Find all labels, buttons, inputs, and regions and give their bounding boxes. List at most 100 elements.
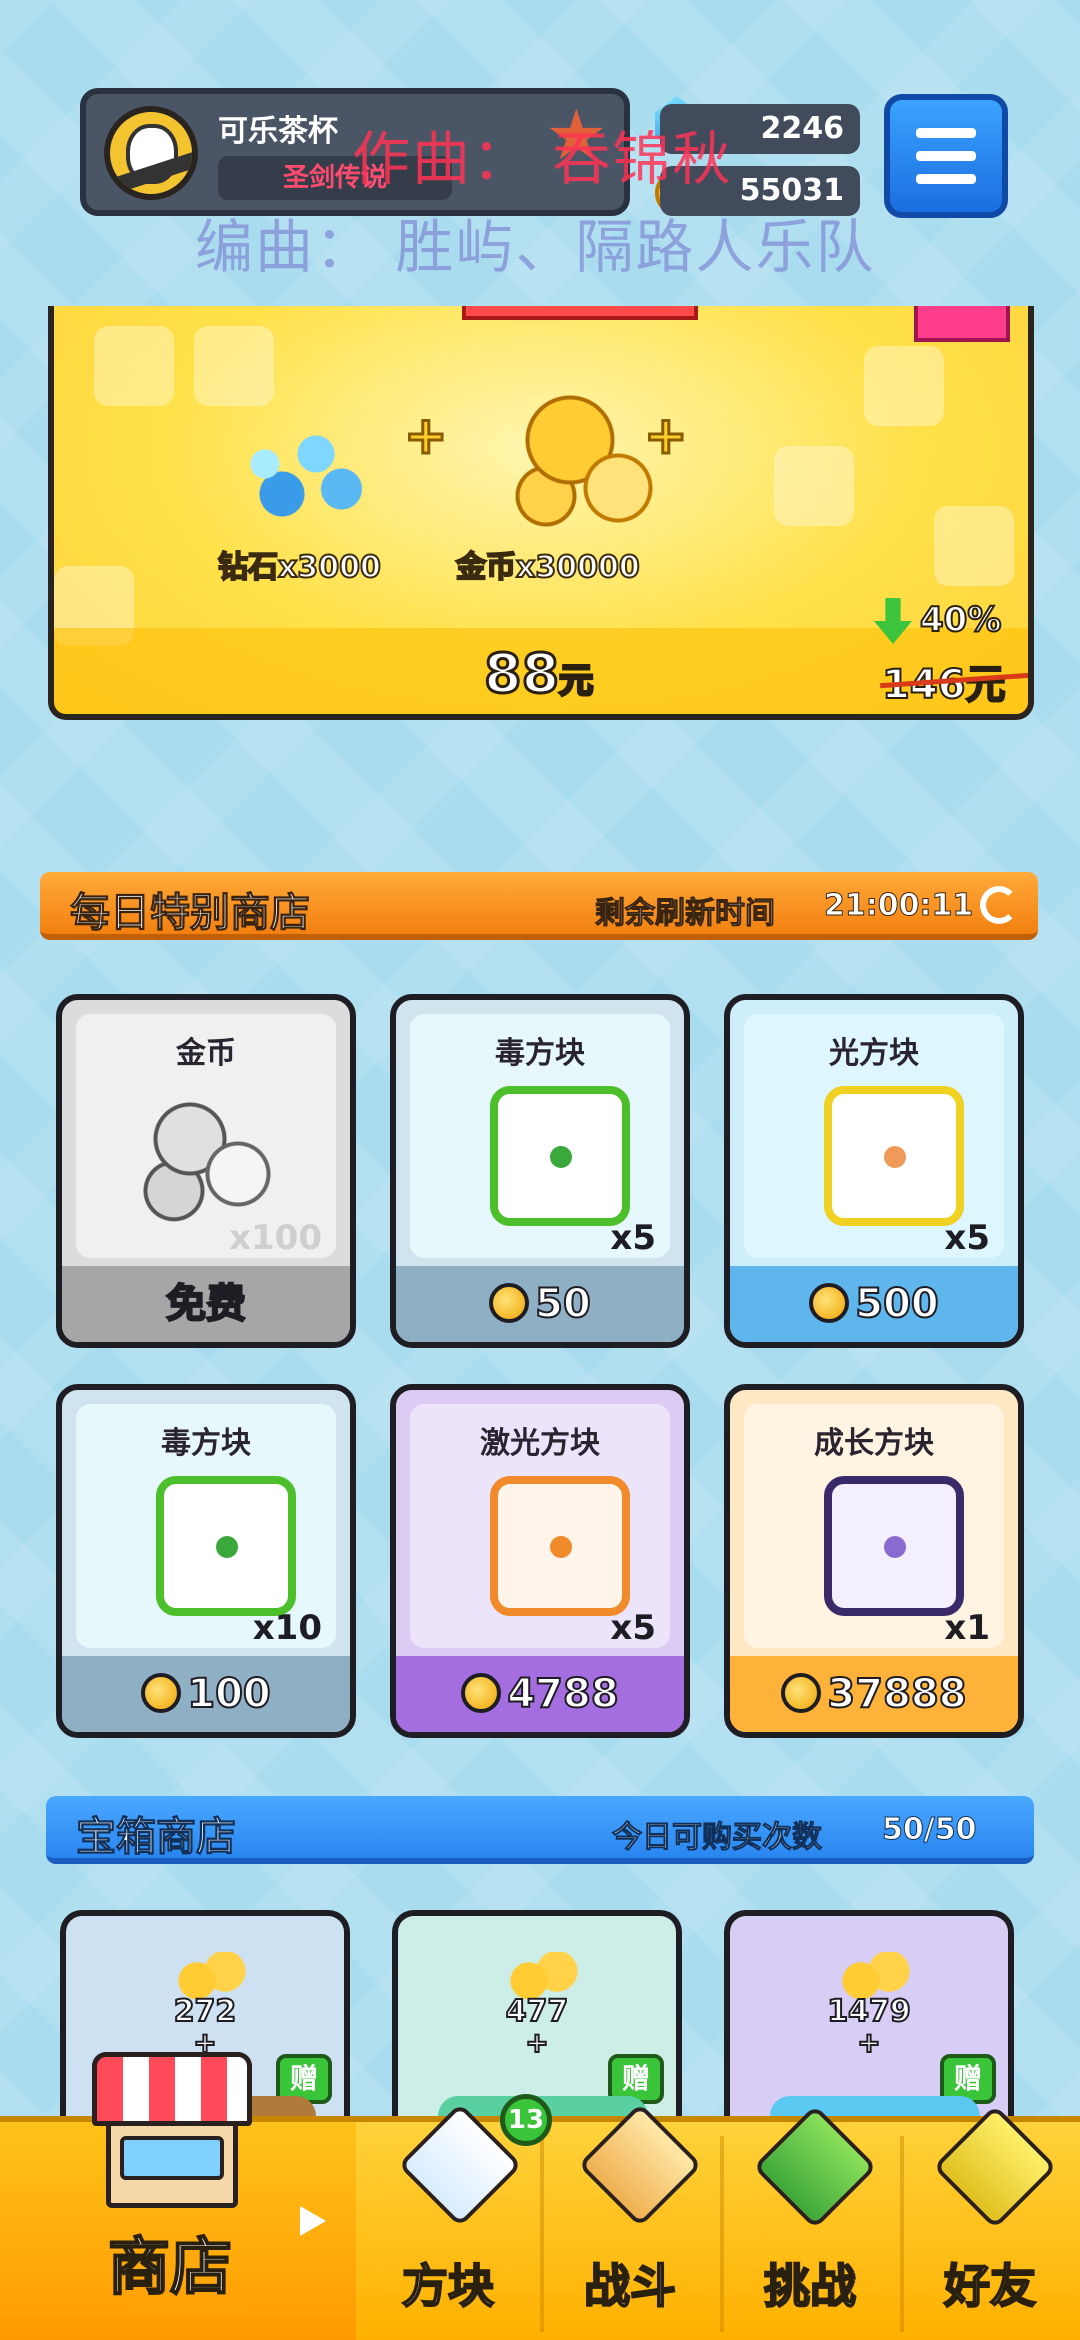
notification-badge: 13 [500,2094,552,2146]
card-display: 激光方块 x5 [410,1404,670,1648]
dice-decoration [934,506,1014,586]
card-price: 4788 [506,1670,619,1718]
offer-price[interactable]: 88元 [482,641,595,707]
coin-icon [489,1283,530,1323]
card-item-qty: x10 [252,1608,322,1648]
light-block-icon [824,1086,964,1226]
plus-sign: + [403,405,450,468]
card-item-qty: x5 [610,1218,656,1258]
arrow-right-icon [300,2206,326,2236]
daily-shop-header: 每日特别商店 剩余刷新时间 21:00:11 [40,872,1038,940]
card-price: 37888 [826,1670,967,1718]
nav-label-blocks: 方块 [401,2258,495,2314]
coin-icon [781,1673,822,1713]
card-item-name: 毒方块 [495,1036,585,1071]
shop-icon-awning [92,2052,252,2126]
purchase-count: 50/50 [881,1812,977,1848]
silver-coins-icon [126,1090,286,1230]
card-display: 金币 x100 [76,1014,336,1258]
dice-decoration [194,326,274,406]
chest-coin-amount: 477 [505,1993,570,2030]
shop-card-laser-block[interactable]: 激光方块 x5 4788 [390,1384,690,1738]
coin-stack-icon [508,1952,578,2000]
coin-stack-icon [840,1952,910,2000]
card-price: 50 [534,1280,592,1328]
nav-label-shop: 商店 [107,2229,233,2304]
purchase-label: 今日可购买次数 [612,1820,823,1856]
shop-card-poison-block[interactable]: 毒方块 x10 100 [56,1384,356,1738]
card-price-button[interactable]: 免费 [62,1266,350,1342]
coin-icon [141,1673,182,1713]
card-price-button[interactable]: 4788 [396,1656,684,1732]
coin-pile-icon [506,376,666,536]
diamond-pile-icon [214,424,384,524]
special-offer-banner[interactable]: + + 钻石x3000 金币x30000 88元 40% 146元 [48,306,1034,720]
chest-shop-title: 宝箱商店 [76,1814,237,1861]
lyric-overlay-composer: 作曲： 吞锦秋 [352,125,733,193]
menu-icon-line [916,174,976,184]
chest-coin-amount: 272 [173,1993,238,2030]
card-item-qty: x5 [944,1218,990,1258]
nav-label-battle: 战斗 [583,2258,677,2314]
offer-discount: 40% [919,599,1002,641]
card-display: 毒方块 x10 [76,1404,336,1648]
shop-icon [92,2052,252,2212]
offer-price-value: 88 [482,641,560,707]
avatar[interactable] [104,106,198,200]
nav-label-challenge: 挑战 [763,2258,857,2314]
refresh-timer: 21:00:11 [823,888,974,924]
shop-card-coins[interactable]: 金币 x100 免费 [56,994,356,1348]
coin-icon [809,1283,850,1323]
dice-decoration [94,326,174,406]
chest-card[interactable]: 1479 + 赠 [724,1910,1014,2156]
card-display: 成长方块 x1 [744,1404,1004,1648]
coin-icon [461,1673,502,1713]
bottom-nav: 商店 方块 战斗 挑战 好友 [0,2052,1080,2340]
nav-tab-shop[interactable]: 商店 [0,2052,356,2340]
card-item-name: 光方块 [829,1036,919,1071]
shop-card-poison-block[interactable]: 毒方块 x5 50 [390,994,690,1348]
refresh-icon[interactable] [980,886,1018,924]
card-item-name: 激光方块 [480,1426,600,1461]
shop-card-growth-block[interactable]: 成长方块 x1 37888 [724,1384,1024,1738]
offer-diamond-label: 钻石x3000 [217,549,382,586]
growth-block-icon [824,1476,964,1616]
refresh-label: 剩余刷新时间 [595,896,776,932]
card-price-button[interactable]: 37888 [730,1656,1018,1732]
card-item-name: 毒方块 [161,1426,251,1461]
card-item-qty: x1 [944,1608,990,1648]
card-price: 免费 [165,1280,247,1328]
laser-block-icon [490,1476,630,1616]
card-price: 100 [186,1670,271,1718]
offer-coin-label: 金币x30000 [455,549,641,586]
card-display: 毒方块 x5 [410,1014,670,1258]
poison-block-icon [156,1476,296,1616]
daily-shop-title: 每日特别商店 [70,890,311,937]
card-price-button[interactable]: 500 [730,1266,1018,1342]
card-item-qty: x5 [610,1608,656,1648]
plus-sign: + [643,405,690,468]
card-display: 光方块 x5 [744,1014,1004,1258]
nav-label-friends: 好友 [943,2258,1037,2314]
dice-decoration [864,346,944,426]
card-price-button[interactable]: 50 [396,1266,684,1342]
offer-info-tab[interactable] [914,306,1010,342]
dice-decoration [774,446,854,526]
card-price: 500 [854,1280,939,1328]
menu-icon [916,128,976,138]
card-item-name: 成长方块 [814,1426,934,1461]
lyric-overlay-arranger: 编曲： 胜屿、隔路人乐队 [195,213,876,281]
chest-coin-amount: 1479 [826,1993,912,2030]
player-name: 可乐茶杯 [218,114,338,149]
menu-icon-line [916,151,976,161]
shop-card-light-block[interactable]: 光方块 x5 500 [724,994,1024,1348]
card-price-button[interactable]: 100 [62,1656,350,1732]
chest-shop-header: 宝箱商店 今日可购买次数 50/50 [46,1796,1034,1864]
menu-button[interactable] [884,94,1008,218]
offer-title-tab [462,306,698,320]
poison-block-icon [490,1086,630,1226]
card-item-qty: x100 [229,1218,322,1258]
coin-stack-icon [176,1952,246,2000]
shop-icon-window [120,2136,224,2180]
offer-price-unit: 元 [558,660,595,703]
